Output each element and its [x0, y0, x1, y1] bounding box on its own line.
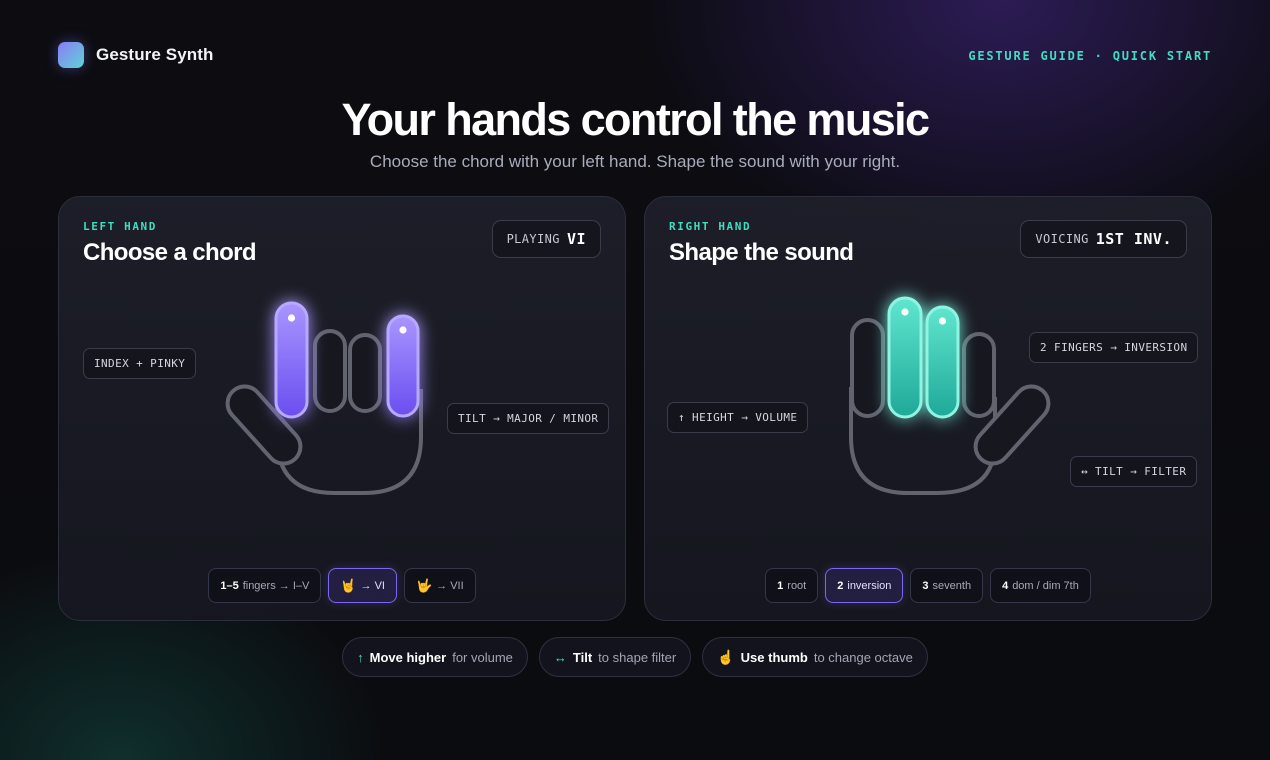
app-logo: [58, 42, 84, 68]
playing-label: PLAYING: [506, 232, 560, 246]
voicing-chip-seventh[interactable]: 3 seventh: [910, 568, 984, 603]
voicing-label: VOICING: [1035, 232, 1089, 246]
tilt-filter-tag: ↔ TILT → FILTER: [1070, 456, 1198, 487]
chip-text: → VI: [360, 579, 385, 592]
page-title: Your hands control the music: [341, 94, 931, 145]
hint-text: for volume: [452, 649, 513, 665]
chord-chip-vii[interactable]: 🤟 → VII: [403, 568, 476, 603]
arrow-left-right-icon: ↔: [553, 649, 567, 665]
chip-strong: 4: [1002, 579, 1009, 592]
hint-strong: Tilt: [572, 649, 593, 665]
fingers-inversion-tag: 2 FINGERS → INVERSION: [1029, 332, 1199, 363]
gesture-guide-link[interactable]: GESTURE GUIDE · QUICK START: [968, 49, 1212, 63]
index-tip-dot: [287, 314, 296, 322]
playing-status: PLAYING VI: [491, 220, 601, 258]
voicing-status: VOICING 1ST INV.: [1020, 220, 1187, 258]
chip-strong: 3: [922, 579, 929, 592]
hint-text: to shape filter: [598, 649, 677, 665]
right-hand-card: RIGHT HAND Shape the sound VOICING 1ST I…: [644, 196, 1212, 621]
voicing-chip-inversion[interactable]: 2 inversion: [825, 568, 904, 603]
hint-bar: ↑ Move higher for volume ↔ Tilt to shape…: [0, 637, 1270, 677]
pinky-finger: [962, 332, 996, 418]
chip-text: dom / dim 7th: [1012, 579, 1079, 592]
height-volume-tag: ↑ HEIGHT → VOLUME: [667, 402, 809, 433]
hint-filter[interactable]: ↔ Tilt to shape filter: [538, 637, 692, 677]
chord-chip-fingers[interactable]: 1–5 fingers → I–V: [208, 568, 322, 603]
voicing-value: 1ST INV.: [1095, 230, 1172, 248]
hint-text: to change octave: [813, 649, 913, 665]
hint-strong: Move higher: [369, 649, 447, 665]
chord-chip-vi[interactable]: 🤘 → VI: [328, 568, 397, 603]
middle-finger: [887, 296, 923, 419]
hint-octave[interactable]: ☝️ Use thumb to change octave: [702, 637, 928, 677]
left-hand-card: LEFT HAND Choose a chord PLAYING VI INDE…: [58, 196, 626, 621]
voicing-chips: 1 root 2 inversion 3 seventh 4 dom / dim…: [645, 568, 1211, 603]
chip-text: inversion: [847, 579, 892, 592]
page-subtitle: Choose the chord with your left hand. Sh…: [369, 152, 901, 171]
right-card-title: Shape the sound: [669, 239, 854, 266]
ring-finger: [348, 333, 382, 413]
app-name: Gesture Synth: [96, 45, 214, 64]
brand[interactable]: Gesture Synth: [58, 42, 214, 68]
love-you-hand-icon: 🤟: [415, 577, 433, 593]
hint-strong: Use thumb: [740, 649, 808, 665]
voicing-chip-root[interactable]: 1 root: [765, 568, 819, 603]
chord-chips: 1–5 fingers → I–V 🤘 → VI 🤟 → VII: [59, 568, 625, 603]
chip-strong: 1–5: [220, 579, 239, 592]
chip-text: root: [787, 579, 807, 592]
chip-text: seventh: [932, 579, 972, 592]
ring-tip-dot: [938, 317, 947, 325]
middle-finger: [313, 329, 347, 413]
left-hand-eyebrow: LEFT HAND: [83, 220, 158, 233]
chip-text: fingers → I–V: [242, 579, 310, 592]
chip-strong: 2: [837, 579, 844, 592]
playing-value: VI: [566, 230, 586, 248]
chip-strong: 1: [777, 579, 784, 592]
voicing-chip-dom-dim[interactable]: 4 dom / dim 7th: [990, 568, 1091, 603]
rock-hand-icon: 🤘: [340, 577, 357, 593]
pinky-tip-dot: [399, 326, 407, 334]
middle-tip-dot: [901, 308, 909, 316]
index-finger: [850, 318, 885, 418]
arrow-up-icon: ↑: [357, 649, 364, 665]
tilt-major-minor-tag: TILT → MAJOR / MINOR: [447, 403, 610, 434]
index-pinky-tag: INDEX + PINKY: [83, 348, 197, 379]
chip-text: → VII: [436, 579, 464, 592]
right-hand-eyebrow: RIGHT HAND: [669, 220, 752, 233]
pointing-up-icon: ☝️: [717, 648, 735, 665]
hint-volume[interactable]: ↑ Move higher for volume: [342, 637, 528, 677]
left-card-title: Choose a chord: [83, 239, 257, 266]
